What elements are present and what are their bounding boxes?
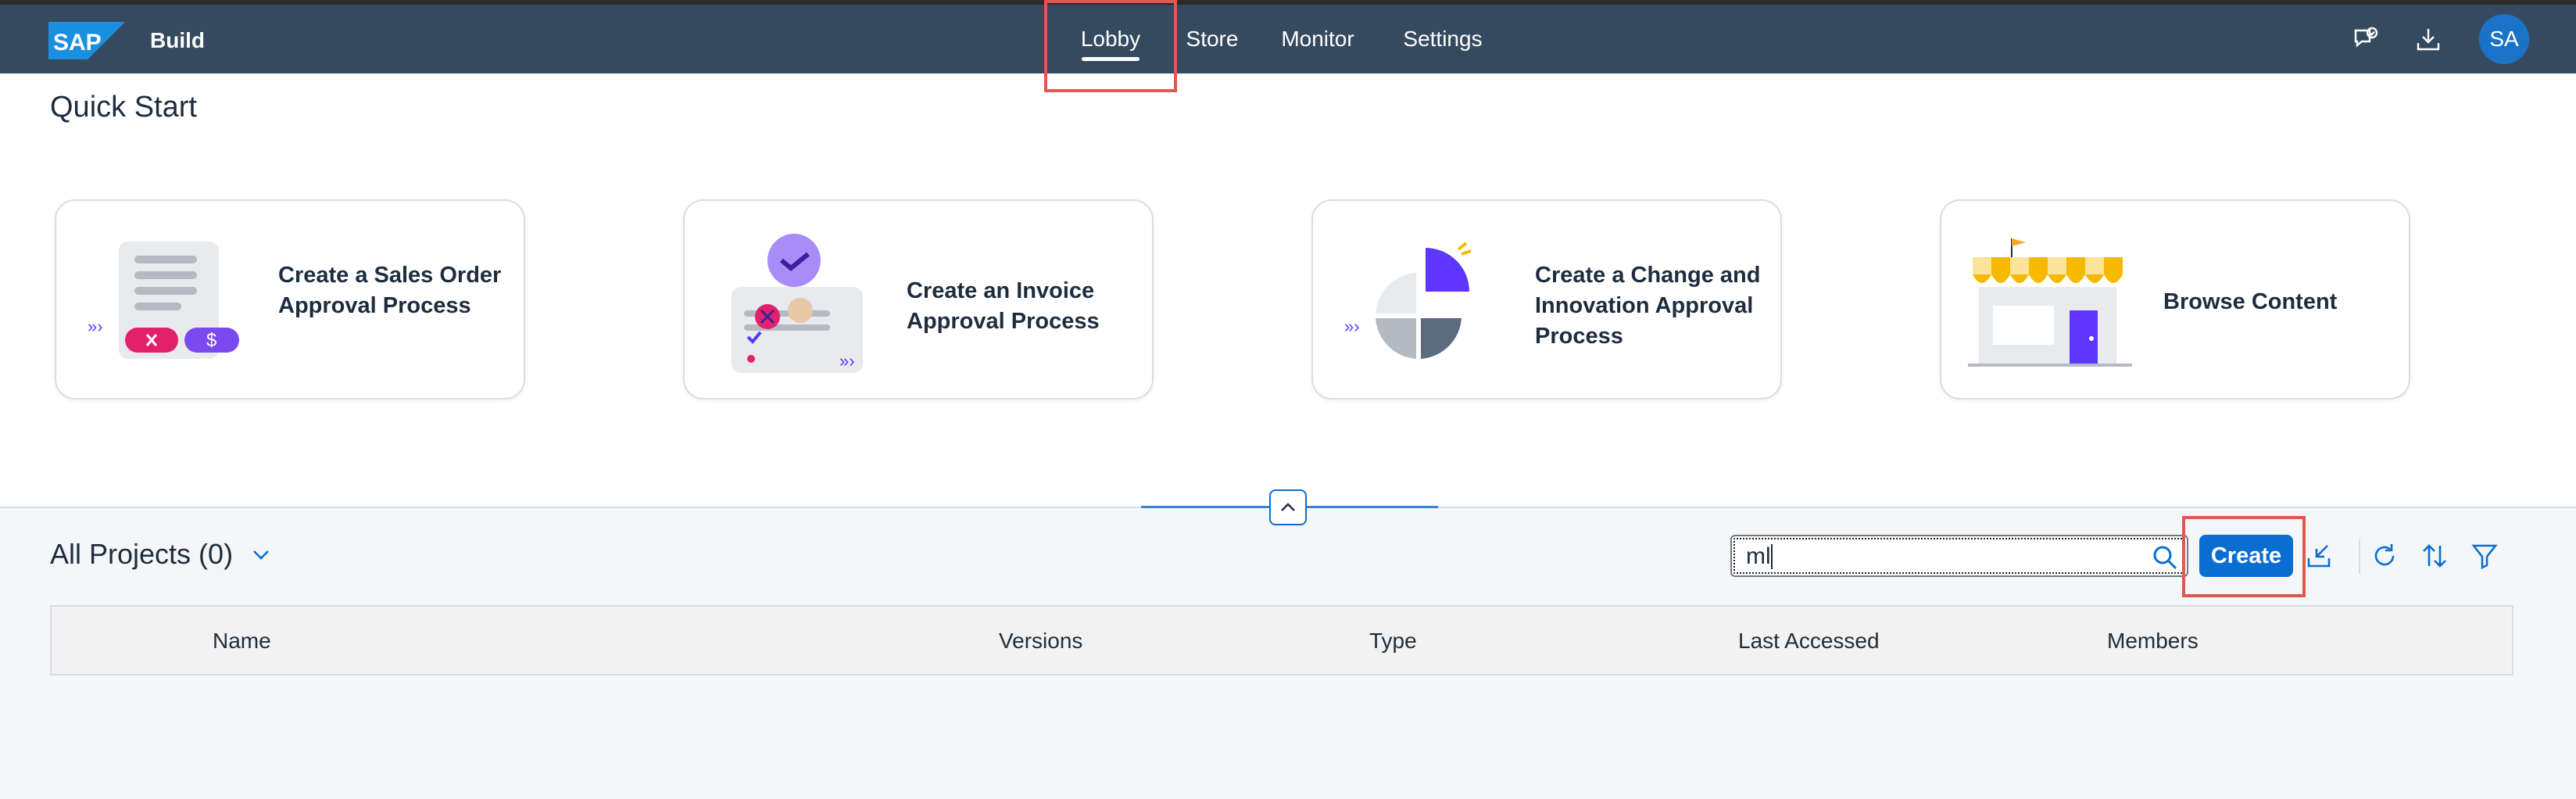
card-sales-order[interactable]: $ »› Create a Sales Order Approval Proce… [55,199,525,400]
projects-table-header: Name Versions Type Last Accessed Members [50,605,2513,675]
product-name: Build [150,28,205,52]
search-icon[interactable] [2151,543,2179,571]
sort-icon[interactable] [2417,538,2453,574]
svg-text:»›: »› [88,317,103,336]
column-members[interactable]: Members [2107,629,2199,654]
collapse-button[interactable] [1269,489,1307,525]
chevron-down-icon[interactable] [250,543,272,565]
all-projects-header[interactable]: All Projects (0) [50,538,272,571]
search-value: ml [1746,543,1771,569]
column-name[interactable]: Name [213,629,271,654]
shell-bar: SAP Build Lobby Store Monitor Settings S… [0,0,2576,73]
card-change-innovation[interactable]: »› Create a Change and Innovation Approv… [1311,199,1782,400]
nav-store[interactable]: Store [1177,5,1247,73]
feedback-icon[interactable] [2346,20,2385,59]
svg-text:»›: »› [1344,317,1360,336]
pie-chart-illustration: »› [1344,242,1472,359]
download-icon[interactable] [2409,20,2448,59]
card-title: Create a Change and Innovation Approval … [1535,263,1761,349]
chevron-up-icon [1281,503,1295,511]
user-avatar[interactable]: SA [2479,14,2529,64]
import-icon[interactable] [2301,538,2337,574]
card-title: Create a Sales Order Approval Process [278,263,502,318]
text-cursor [1771,544,1773,569]
column-last-accessed[interactable]: Last Accessed [1738,629,1880,654]
svg-text:»›: »› [839,351,855,371]
card-invoice[interactable]: »› Create an Invoice Approval Process [683,199,1154,400]
card-title: Browse Content [2163,289,2338,314]
shell-actions: SA [2346,5,2529,73]
create-highlight-box [2182,516,2306,597]
toolbar-separator [2359,539,2360,574]
refresh-icon[interactable] [2367,538,2402,574]
svg-text:$: $ [206,330,216,351]
card-browse-content[interactable]: Browse Content [1940,199,2410,400]
sap-logo[interactable]: SAP [48,22,125,59]
all-projects-title: All Projects (0) [50,538,234,570]
search-input[interactable]: ml [1730,535,2188,577]
quick-start-title: Quick Start [50,91,197,124]
card-title: Create an Invoice Approval Process [907,278,1100,334]
sap-logo-text: SAP [53,30,102,56]
store-illustration [1968,238,2132,367]
filter-icon[interactable] [2467,538,2503,574]
invoice-illustration: »› [732,234,863,373]
column-versions[interactable]: Versions [999,629,1082,654]
nav-settings[interactable]: Settings [1388,5,1497,73]
lobby-highlight-box [1044,0,1177,92]
sales-order-illustration: $ »› [88,242,239,359]
nav-monitor[interactable]: Monitor [1255,5,1380,73]
column-type[interactable]: Type [1369,629,1417,654]
